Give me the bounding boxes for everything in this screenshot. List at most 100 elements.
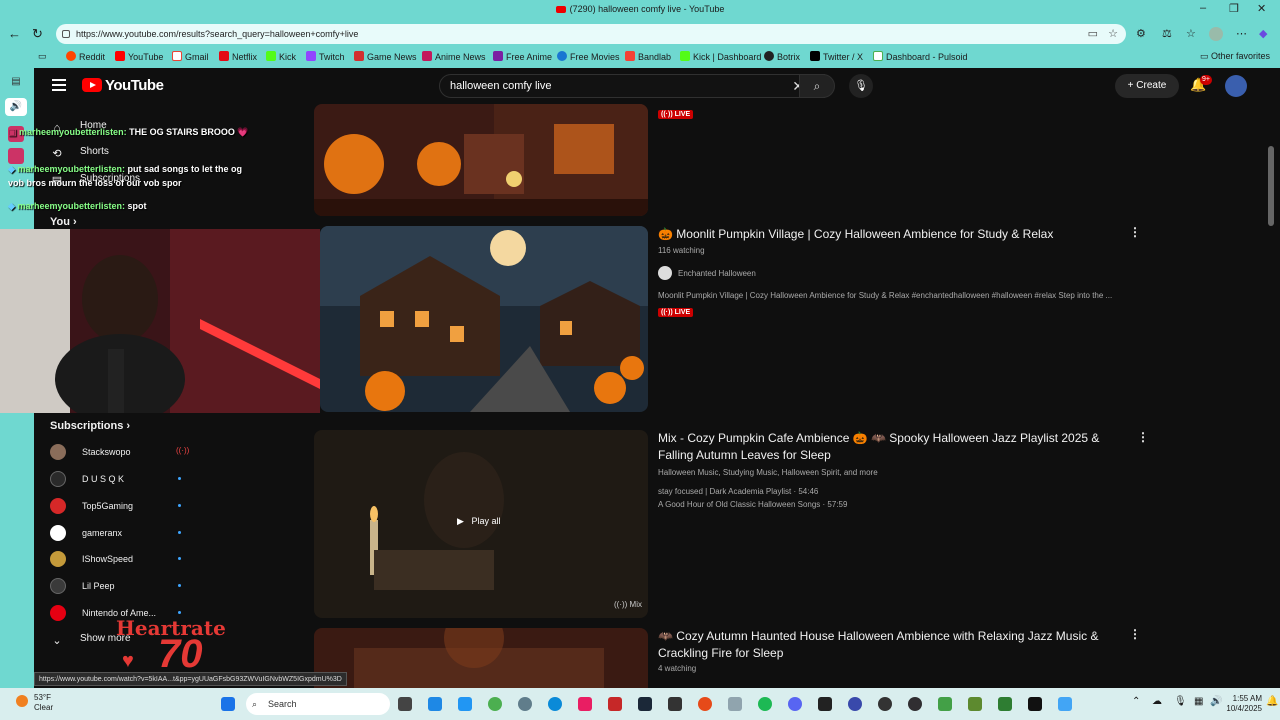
youtube-logo[interactable]: YouTube bbox=[82, 77, 164, 94]
bookmark-kick[interactable]: Kick bbox=[266, 51, 296, 62]
maximize-icon[interactable]: ❐ bbox=[1229, 2, 1239, 15]
kick-icon[interactable] bbox=[1028, 697, 1042, 711]
sidebar-you[interactable]: You › bbox=[50, 216, 77, 228]
store-icon[interactable] bbox=[428, 697, 442, 711]
network-icon[interactable]: ▦ bbox=[1194, 696, 1203, 707]
back-icon[interactable]: ← bbox=[8, 26, 21, 41]
app-icon[interactable] bbox=[998, 697, 1012, 711]
sidebar-item-shorts[interactable]: ⟲ Shorts bbox=[50, 146, 109, 161]
create-button[interactable]: + Create bbox=[1115, 74, 1179, 98]
profile-avatar[interactable] bbox=[1209, 27, 1223, 41]
search-input[interactable]: halloween comfy live ✕ bbox=[439, 74, 825, 98]
extensions-icon[interactable]: ⚙ bbox=[1136, 27, 1146, 40]
notification-bell-icon[interactable]: 🔔 bbox=[1266, 696, 1278, 707]
scrollbar[interactable] bbox=[1268, 146, 1274, 226]
subscription-item[interactable]: Top5Gaming bbox=[50, 498, 181, 516]
bookmark-pulsoid[interactable]: Dashboard - Pulsoid bbox=[873, 51, 968, 62]
bookmark-twitter[interactable]: Twitter / X bbox=[810, 51, 863, 62]
chrome-icon[interactable] bbox=[488, 697, 502, 711]
bookmark-botrix[interactable]: Botrix bbox=[764, 51, 800, 62]
app-icon[interactable] bbox=[578, 697, 592, 711]
more-actions-icon[interactable]: ⋮ bbox=[1129, 627, 1141, 641]
edge-icon[interactable] bbox=[548, 697, 562, 711]
copilot-icon[interactable]: ◆ bbox=[1259, 27, 1267, 40]
browser-tool-icon[interactable]: ⚖ bbox=[1162, 27, 1172, 40]
video-title[interactable]: 🦇 Cozy Autumn Haunted House Halloween Am… bbox=[658, 628, 1108, 662]
app-install-icon[interactable]: ▭ bbox=[1088, 24, 1098, 44]
app-icon[interactable] bbox=[1058, 697, 1072, 711]
bookmark-kick-dashboard[interactable]: Kick | Dashboard bbox=[680, 51, 761, 62]
mic-tray-icon[interactable]: 🎙 bbox=[1174, 696, 1187, 707]
discord-icon[interactable] bbox=[788, 697, 802, 711]
obs-icon[interactable] bbox=[908, 697, 922, 711]
bookmark-reddit[interactable]: Reddit bbox=[66, 51, 105, 62]
cloud-icon[interactable]: ☁ bbox=[1152, 696, 1162, 707]
minecraft-icon[interactable] bbox=[968, 697, 982, 711]
task-view-icon[interactable] bbox=[398, 697, 412, 711]
mix-track[interactable]: A Good Hour of Old Classic Halloween Son… bbox=[658, 500, 847, 509]
settings-icon[interactable] bbox=[518, 697, 532, 711]
app-icon[interactable] bbox=[938, 697, 952, 711]
more-actions-icon[interactable]: ⋮ bbox=[1137, 430, 1149, 444]
voice-search-button[interactable]: 🎙 bbox=[849, 74, 873, 98]
subscription-item[interactable]: D U S Q K bbox=[50, 471, 181, 489]
more-menu-icon[interactable]: ⋯ bbox=[1236, 27, 1247, 40]
video-title[interactable]: Mix - Cozy Pumpkin Cafe Ambience 🎃 🦇 Spo… bbox=[658, 430, 1108, 464]
app-icon[interactable] bbox=[608, 697, 622, 711]
reload-icon[interactable]: ↻ bbox=[32, 26, 43, 42]
app-icon[interactable] bbox=[818, 697, 832, 711]
more-actions-icon[interactable]: ⋮ bbox=[1129, 225, 1141, 239]
bookmark-netflix[interactable]: Netflix bbox=[219, 51, 257, 62]
bookmark-free-movies[interactable]: Free Movies bbox=[557, 51, 620, 62]
system-clock[interactable]: 1:55 AM 10/4/2025 bbox=[1226, 694, 1262, 714]
start-icon[interactable] bbox=[221, 697, 235, 711]
sidebar-app-icon[interactable] bbox=[8, 148, 24, 164]
spotify-icon[interactable] bbox=[758, 697, 772, 711]
video-thumbnail[interactable] bbox=[314, 628, 648, 688]
video-thumbnail[interactable] bbox=[314, 104, 648, 216]
video-title[interactable]: 🎃 Moonlit Pumpkin Village | Cozy Hallowe… bbox=[658, 226, 1118, 243]
channel-link[interactable]: Enchanted Halloween bbox=[658, 266, 756, 280]
chat-message: ▣ marheemyoubetterlisten: THE OG STAIRS … bbox=[8, 127, 249, 137]
weather-widget[interactable]: 53°F Clear bbox=[34, 693, 53, 713]
app-icon[interactable] bbox=[698, 697, 712, 711]
search-button[interactable]: ⌕ bbox=[799, 74, 835, 98]
other-favorites[interactable]: ▭ Other favorites bbox=[1200, 51, 1270, 62]
site-info-icon[interactable] bbox=[62, 30, 70, 38]
address-bar[interactable]: https://www.youtube.com/results?search_q… bbox=[56, 24, 1126, 44]
subscription-item[interactable]: gameranx bbox=[50, 525, 181, 543]
subscription-item[interactable]: Stackswopo ((·)) bbox=[50, 444, 189, 462]
play-all-button[interactable]: ▶ Play all bbox=[457, 516, 500, 527]
menu-icon[interactable] bbox=[52, 79, 66, 91]
tray-chevron-icon[interactable]: ⌃ bbox=[1132, 696, 1140, 707]
tab-actions-icon[interactable]: ▭ bbox=[38, 51, 47, 62]
audio-playing-icon[interactable]: 🔊 bbox=[5, 98, 27, 116]
video-thumbnail[interactable] bbox=[320, 226, 648, 412]
volume-icon[interactable]: 🔊 bbox=[1210, 696, 1222, 707]
store-icon[interactable] bbox=[458, 697, 472, 711]
mix-track[interactable]: stay focused | Dark Academia Playlist · … bbox=[658, 487, 818, 496]
subscription-item[interactable]: IShowSpeed bbox=[50, 551, 181, 569]
camera-icon[interactable] bbox=[728, 697, 742, 711]
bookmark-free-anime[interactable]: Free Anime bbox=[493, 51, 552, 62]
minimize-icon[interactable]: – bbox=[1200, 2, 1206, 14]
subscription-item[interactable]: Lil Peep bbox=[50, 578, 181, 596]
bookmark-gmail[interactable]: Gmail bbox=[172, 51, 209, 62]
viewer-count: 4 watching bbox=[658, 664, 697, 673]
collections-icon[interactable]: ☆ bbox=[1186, 27, 1196, 40]
app-icon[interactable] bbox=[878, 697, 892, 711]
taskbar-search[interactable]: ⌕ Search bbox=[246, 693, 390, 715]
steam-icon[interactable] bbox=[638, 697, 652, 711]
app-icon[interactable] bbox=[848, 697, 862, 711]
user-avatar[interactable] bbox=[1225, 75, 1247, 97]
bookmark-bandlab[interactable]: Bandlab bbox=[625, 51, 671, 62]
bookmark-anime-news[interactable]: Anime News bbox=[422, 51, 486, 62]
bookmark-twitch[interactable]: Twitch bbox=[306, 51, 345, 62]
subscriptions-heading[interactable]: Subscriptions › bbox=[50, 420, 130, 432]
close-window-icon[interactable]: ✕ bbox=[1257, 2, 1266, 15]
bookmark-youtube[interactable]: YouTube bbox=[115, 51, 163, 62]
sidebar-tool-icon[interactable]: ▤ bbox=[8, 76, 24, 92]
bookmark-game-news[interactable]: Game News bbox=[354, 51, 417, 62]
epic-games-icon[interactable] bbox=[668, 697, 682, 711]
favorite-star-icon[interactable]: ☆ bbox=[1108, 24, 1118, 44]
